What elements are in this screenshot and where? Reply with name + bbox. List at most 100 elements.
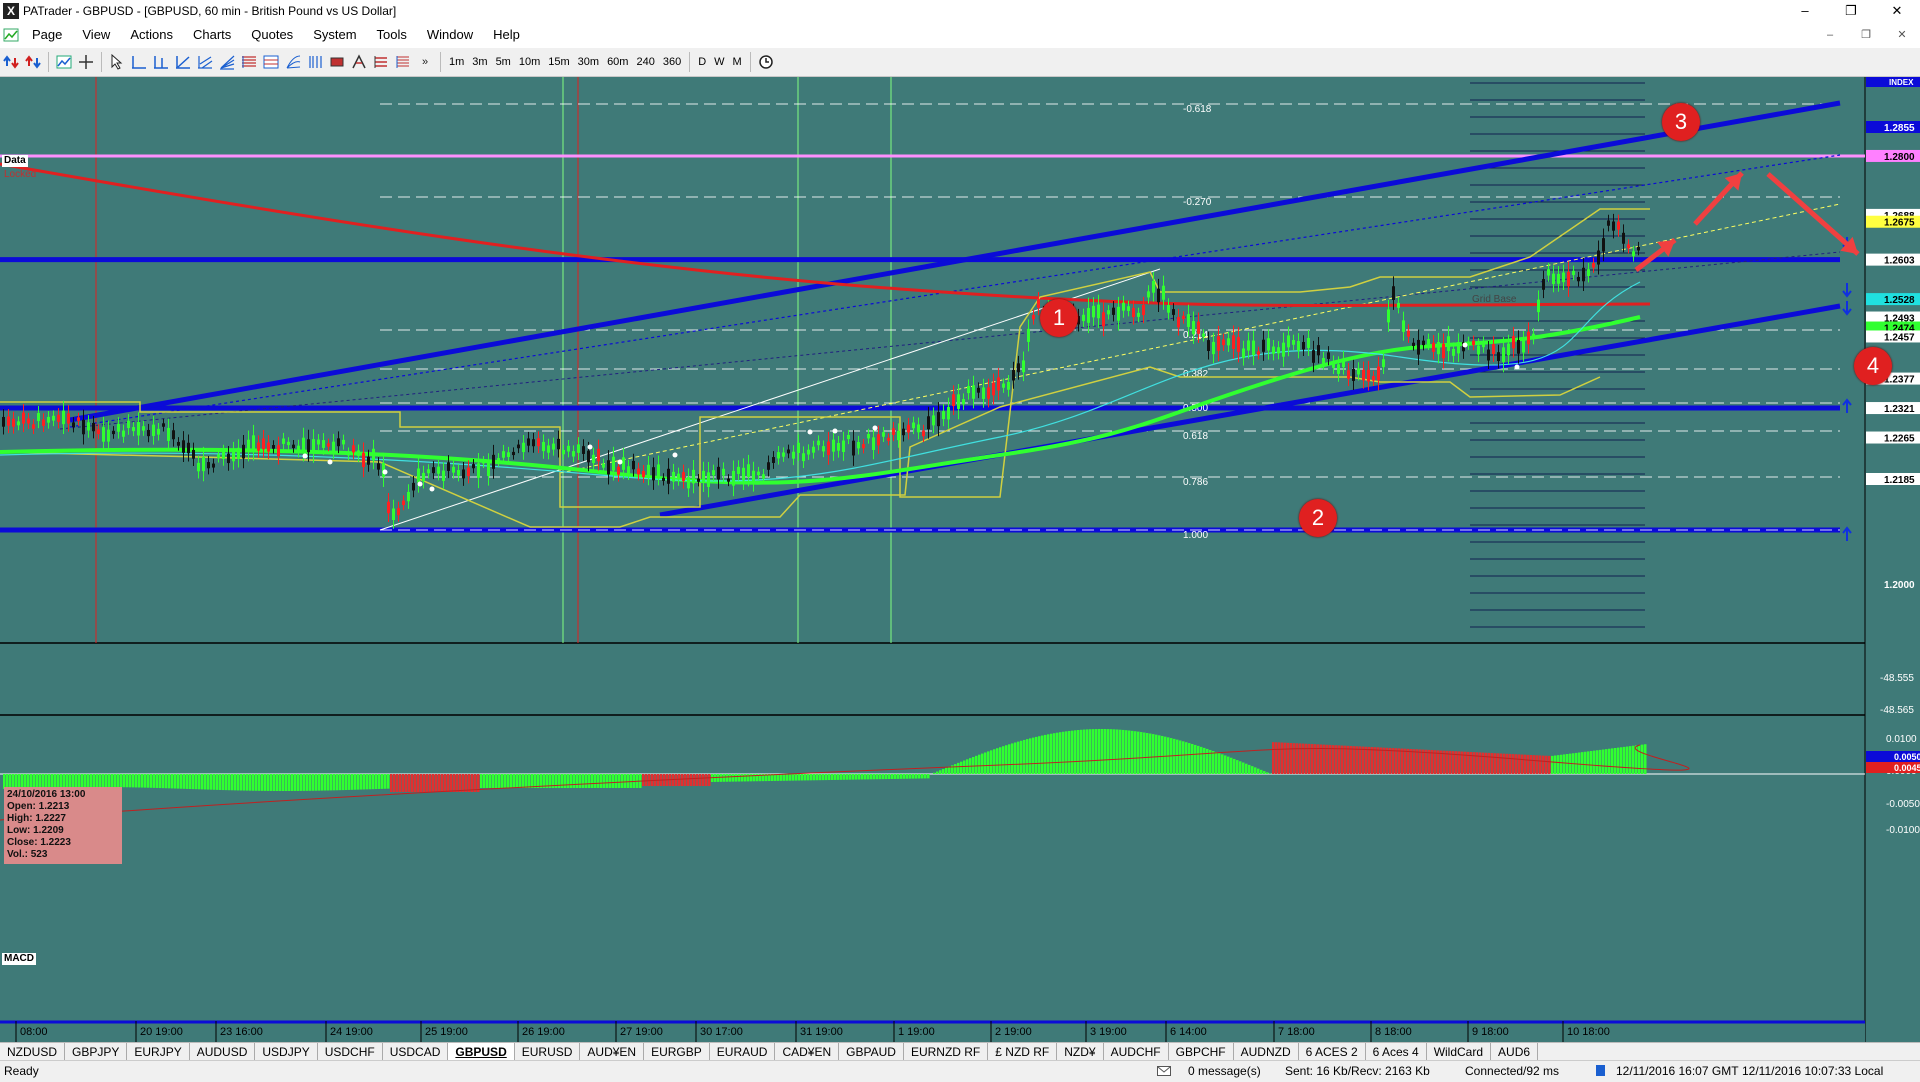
mdi-minimize-button[interactable]: – xyxy=(1812,22,1848,48)
symbol-tab-gbpusd[interactable]: GBPUSD xyxy=(448,1043,514,1061)
vertical-line-icon[interactable] xyxy=(152,52,170,72)
new-chart-icon[interactable] xyxy=(55,52,73,72)
sell-arrows-icon[interactable] xyxy=(24,52,42,72)
info-open: Open: 1.2213 xyxy=(7,801,119,813)
candle-body xyxy=(1612,221,1615,230)
price-chart[interactable]: -0.618-0.2700.2140.3820.5000.6180.7861.0… xyxy=(0,77,1920,1042)
candle-body xyxy=(1037,299,1040,308)
timeframe-daily[interactable]: D xyxy=(694,52,710,72)
timeframe-monthly[interactable]: M xyxy=(729,52,746,72)
symbol-tab-gbpaud[interactable]: GBPAUD xyxy=(839,1043,904,1061)
buy-arrows-icon[interactable] xyxy=(2,52,20,72)
macd-bar xyxy=(861,774,864,779)
menu-system[interactable]: System xyxy=(303,22,366,48)
symbol-tab-eurgbp[interactable]: EURGBP xyxy=(644,1043,710,1061)
timeframe-1m[interactable]: 1m xyxy=(445,52,468,72)
mdi-restore-button[interactable]: ❐ xyxy=(1848,22,1884,48)
toolbar-overflow-button[interactable]: » xyxy=(416,52,434,72)
candle-body xyxy=(832,440,835,452)
symbol-tab-cad-en[interactable]: CAD¥EN xyxy=(775,1043,839,1061)
timeframe-weekly[interactable]: W xyxy=(710,52,728,72)
time-axis-label: 24 19:00 xyxy=(330,1026,373,1038)
candle-body xyxy=(747,464,750,477)
status-messages[interactable]: 0 message(s) xyxy=(1188,1061,1261,1081)
symbol-tab-nzdusd[interactable]: NZDUSD xyxy=(0,1043,65,1061)
symbol-tab-usdjpy[interactable]: USDJPY xyxy=(255,1043,317,1061)
timeframe-15m[interactable]: 15m xyxy=(544,52,573,72)
candle-body xyxy=(817,441,820,445)
symbol-tab--nzd-rf[interactable]: £ NZD RF xyxy=(988,1043,1057,1061)
fib-extension-icon[interactable] xyxy=(262,52,280,72)
macd-bar xyxy=(1389,748,1392,774)
timeframe-3m[interactable]: 3m xyxy=(468,52,491,72)
menu-page[interactable]: Page xyxy=(22,22,72,48)
symbol-tab-eurnzd-rf[interactable]: EURNZD RF xyxy=(904,1043,988,1061)
symbol-tab-eurjpy[interactable]: EURJPY xyxy=(127,1043,189,1061)
macd-bar xyxy=(732,774,735,782)
macd-bar xyxy=(1179,740,1182,774)
menu-tools[interactable]: Tools xyxy=(367,22,417,48)
trend-line-icon[interactable] xyxy=(174,52,192,72)
macd-bar xyxy=(1191,744,1194,774)
menu-view[interactable]: View xyxy=(72,22,120,48)
symbol-tab-wildcard[interactable]: WildCard xyxy=(1427,1043,1491,1061)
macd-bar xyxy=(183,774,186,789)
timeframe-5m[interactable]: 5m xyxy=(492,52,515,72)
pointer-icon[interactable] xyxy=(108,52,126,72)
fibonacci-icon[interactable] xyxy=(240,52,258,72)
candle-body xyxy=(147,430,150,436)
symbol-tab-audnzd[interactable]: AUDNZD xyxy=(1234,1043,1299,1061)
symbol-tab-usdchf[interactable]: USDCHF xyxy=(318,1043,383,1061)
candle-body xyxy=(1277,347,1280,353)
symbol-tab-6-aces-4[interactable]: 6 Aces 4 xyxy=(1366,1043,1427,1061)
symbol-tab-usdcad[interactable]: USDCAD xyxy=(383,1043,449,1061)
menu-actions[interactable]: Actions xyxy=(120,22,183,48)
macd-bar xyxy=(897,774,900,779)
timeframe-60m[interactable]: 60m xyxy=(603,52,632,72)
symbol-tab-gbpjpy[interactable]: GBPJPY xyxy=(65,1043,127,1061)
candle-body xyxy=(547,445,550,452)
symbol-tab-eurusd[interactable]: EURUSD xyxy=(515,1043,581,1061)
text-tool-icon[interactable] xyxy=(350,52,368,72)
menu-help[interactable]: Help xyxy=(483,22,530,48)
symbol-tab-euraud[interactable]: EURAUD xyxy=(710,1043,776,1061)
horizontal-line-icon[interactable] xyxy=(130,52,148,72)
menu-window[interactable]: Window xyxy=(417,22,483,48)
fib-fan-icon[interactable] xyxy=(284,52,302,72)
mdi-close-button[interactable]: ✕ xyxy=(1884,22,1920,48)
fan-icon[interactable] xyxy=(218,52,236,72)
chart-canvas[interactable]: -0.618-0.2700.2140.3820.5000.6180.7861.0… xyxy=(0,77,1920,1042)
list-icon[interactable] xyxy=(372,52,390,72)
macd-bar xyxy=(480,774,483,788)
minimize-button[interactable]: – xyxy=(1782,0,1828,22)
symbol-tab-gbpchf[interactable]: GBPCHF xyxy=(1169,1043,1234,1061)
crosshair-icon[interactable] xyxy=(77,52,95,72)
menu-quotes[interactable]: Quotes xyxy=(241,22,303,48)
grid-icon[interactable] xyxy=(394,52,412,72)
symbol-tab-audusd[interactable]: AUDUSD xyxy=(190,1043,256,1061)
symbol-tab-6-aces-2[interactable]: 6 ACES 2 xyxy=(1299,1043,1366,1061)
macd-bar xyxy=(513,774,516,788)
timeframe-30m[interactable]: 30m xyxy=(574,52,603,72)
symbol-tab-nzd-[interactable]: NZD¥ xyxy=(1057,1043,1103,1061)
timeframe-240[interactable]: 240 xyxy=(632,52,658,72)
candle-body xyxy=(292,445,295,448)
symbol-tab-aud6[interactable]: AUD6 xyxy=(1491,1043,1538,1061)
close-button[interactable]: ✕ xyxy=(1874,0,1920,22)
rectangle-icon[interactable] xyxy=(328,52,346,72)
timeframe-360[interactable]: 360 xyxy=(659,52,685,72)
menu-charts[interactable]: Charts xyxy=(183,22,241,48)
macd-bar xyxy=(468,774,471,792)
clock-icon[interactable] xyxy=(757,52,775,72)
channel-icon[interactable] xyxy=(196,52,214,72)
symbol-tab-audchf[interactable]: AUDCHF xyxy=(1104,1043,1169,1061)
maximize-button[interactable]: ❐ xyxy=(1828,0,1874,22)
macd-bar xyxy=(603,774,606,788)
symbol-tab-aud-en[interactable]: AUD¥EN xyxy=(580,1043,644,1061)
signal-dot xyxy=(873,426,878,431)
timeframe-10m[interactable]: 10m xyxy=(515,52,544,72)
macd-bar xyxy=(792,774,795,781)
candle-body xyxy=(1117,307,1120,321)
fib-time-icon[interactable] xyxy=(306,52,324,72)
candle-body xyxy=(712,470,715,475)
